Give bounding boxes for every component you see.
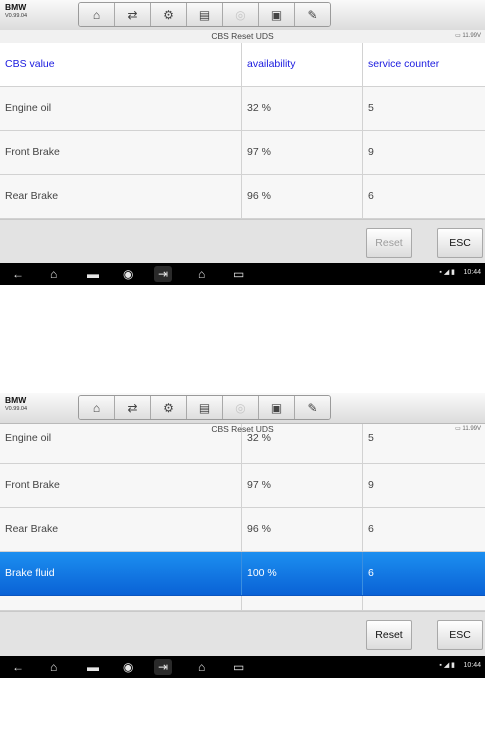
status-icons: ▪ ◢ ▮ bbox=[439, 269, 455, 276]
empty-cell bbox=[0, 596, 242, 610]
brand: BMW V0.99.04 bbox=[5, 3, 27, 19]
empty-cell bbox=[242, 596, 363, 610]
app-version: V0.99.04 bbox=[5, 12, 28, 19]
home-icon[interactable]: ⌂ bbox=[79, 3, 115, 26]
voltage-value: 11.99V bbox=[462, 426, 481, 432]
column-header-cbs-value: CBS value bbox=[0, 43, 242, 86]
home-icon[interactable]: ⌂ bbox=[79, 396, 115, 419]
top-toolbar: BMW V0.99.04 ⌂ ⇄ ⚙ ▤ ◎ ▣ ✎ bbox=[0, 0, 485, 31]
brand-name: BMW bbox=[5, 395, 27, 405]
cbs-value-cell: Front Brake bbox=[0, 464, 242, 507]
car-icon[interactable]: ▭ bbox=[233, 659, 244, 675]
save-icon[interactable]: ▣ bbox=[259, 396, 295, 419]
availability-cell: 32 % bbox=[242, 87, 363, 130]
cbs-value-cell: Engine oil bbox=[0, 87, 242, 130]
cbs-value-cell: Rear Brake bbox=[0, 175, 242, 218]
cbs-value-cell: Brake fluid bbox=[0, 552, 242, 595]
android-nav-bar: ← ⌂ ▬ ◉ ⇥ ⌂ ▭ ▪ ◢ ▮ 10:44 bbox=[0, 263, 485, 285]
availability-cell: 96 % bbox=[242, 508, 363, 551]
table-row[interactable]: Front Brake 97 % 9 bbox=[0, 464, 485, 508]
esc-button[interactable]: ESC bbox=[437, 228, 483, 258]
garage-icon[interactable]: ⌂ bbox=[198, 266, 205, 282]
screenshot-bottom: BMW V0.99.04 ⌂ ⇄ ⚙ ▤ ◎ ▣ ✎ Engine oil 32… bbox=[0, 393, 485, 678]
home-icon[interactable]: ⌂ bbox=[50, 659, 57, 675]
column-header-availability: availability bbox=[242, 43, 363, 86]
voltage-value: 11.99V bbox=[462, 33, 481, 39]
service-counter-cell: 9 bbox=[368, 479, 374, 491]
table-row-selected[interactable]: Brake fluid 100 % 6 bbox=[0, 552, 485, 596]
function-header: CBS Reset UDS ▭ 11.99V bbox=[0, 423, 485, 436]
vehicle-swap-icon[interactable]: ⇄ bbox=[115, 3, 151, 26]
car-icon[interactable]: ▭ bbox=[233, 266, 244, 282]
print-icon[interactable]: ▤ bbox=[187, 3, 223, 26]
help-icon: ◎ bbox=[223, 3, 259, 26]
bottom-button-bar: Reset ESC bbox=[0, 611, 485, 657]
top-toolbar: BMW V0.99.04 ⌂ ⇄ ⚙ ▤ ◎ ▣ ✎ bbox=[0, 393, 485, 424]
brand: BMW V0.99.04 bbox=[5, 396, 27, 412]
settings-icon[interactable]: ⚙ bbox=[151, 396, 187, 419]
garage-icon[interactable]: ⌂ bbox=[198, 659, 205, 675]
empty-cell bbox=[363, 596, 485, 610]
clock: 10:44 bbox=[463, 662, 481, 669]
service-counter-cell: 6 bbox=[368, 190, 374, 202]
recent-apps-icon[interactable]: ▬ bbox=[87, 266, 99, 282]
toolbar-buttons: ⌂ ⇄ ⚙ ▤ ◎ ▣ ✎ bbox=[78, 395, 331, 420]
function-header: CBS Reset UDS ▭ 11.99V bbox=[0, 30, 485, 44]
status-icons: ▪ ◢ ▮ bbox=[439, 662, 455, 669]
exit-app-icon[interactable]: ⇥ bbox=[154, 659, 173, 675]
print-icon[interactable]: ▤ bbox=[187, 396, 223, 419]
home-icon[interactable]: ⌂ bbox=[50, 266, 57, 282]
app-version: V0.99.04 bbox=[5, 405, 28, 412]
availability-cell: 97 % bbox=[242, 131, 363, 174]
service-counter-cell: 6 bbox=[368, 523, 374, 535]
service-counter-cell: 5 bbox=[368, 102, 374, 114]
availability-cell: 96 % bbox=[242, 175, 363, 218]
availability-cell: 100 % bbox=[242, 552, 363, 595]
exit-app-icon[interactable]: ⇥ bbox=[154, 266, 173, 282]
back-icon[interactable]: ← bbox=[12, 659, 24, 675]
screenshot-top: BMW V0.99.04 ⌂ ⇄ ⚙ ▤ ◎ ▣ ✎ CBS Reset UDS… bbox=[0, 0, 485, 285]
bottom-button-bar: Reset ESC bbox=[0, 219, 485, 263]
vehicle-swap-icon[interactable]: ⇄ bbox=[115, 396, 151, 419]
edit-icon[interactable]: ✎ bbox=[295, 396, 330, 419]
toolbar-buttons: ⌂ ⇄ ⚙ ▤ ◎ ▣ ✎ bbox=[78, 2, 331, 27]
browser-icon[interactable]: ◉ bbox=[123, 659, 133, 675]
table-header-row: CBS value availability service counter bbox=[0, 43, 485, 87]
table-row[interactable]: Rear Brake 96 % 6 bbox=[0, 175, 485, 219]
browser-icon[interactable]: ◉ bbox=[123, 266, 133, 282]
table-row[interactable]: Engine oil 32 % 5 bbox=[0, 87, 485, 131]
back-icon[interactable]: ← bbox=[12, 266, 24, 282]
android-nav-bar: ← ⌂ ▬ ◉ ⇥ ⌂ ▭ ▪ ◢ ▮ 10:44 bbox=[0, 656, 485, 678]
recent-apps-icon[interactable]: ▬ bbox=[87, 659, 99, 675]
help-icon: ◎ bbox=[223, 396, 259, 419]
battery-voltage: ▭ 11.99V bbox=[455, 426, 481, 432]
battery-voltage: ▭ 11.99V bbox=[455, 33, 481, 39]
brand-name: BMW bbox=[5, 2, 27, 12]
settings-icon[interactable]: ⚙ bbox=[151, 3, 187, 26]
service-counter-cell: 9 bbox=[368, 146, 374, 158]
edit-icon[interactable]: ✎ bbox=[295, 3, 330, 26]
cbs-value-cell: Rear Brake bbox=[0, 508, 242, 551]
reset-button: Reset bbox=[366, 228, 412, 258]
page-title: CBS Reset UDS bbox=[211, 31, 274, 41]
table-row[interactable]: Rear Brake 96 % 6 bbox=[0, 508, 485, 552]
reset-button[interactable]: Reset bbox=[366, 620, 412, 650]
page-title: CBS Reset UDS bbox=[211, 424, 274, 434]
clock: 10:44 bbox=[463, 269, 481, 276]
save-icon[interactable]: ▣ bbox=[259, 3, 295, 26]
esc-button[interactable]: ESC bbox=[437, 620, 483, 650]
table-row[interactable]: Front Brake 97 % 9 bbox=[0, 131, 485, 175]
column-header-service-counter: service counter bbox=[368, 58, 440, 70]
table-empty-row bbox=[0, 596, 485, 611]
cbs-value-cell: Front Brake bbox=[0, 131, 242, 174]
availability-cell: 97 % bbox=[242, 464, 363, 507]
service-counter-cell: 6 bbox=[368, 567, 374, 579]
